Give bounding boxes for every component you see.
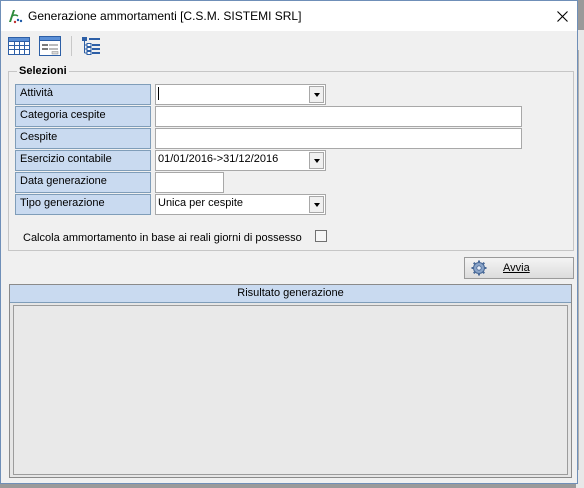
chevron-down-icon[interactable] bbox=[309, 196, 324, 213]
chevron-down-icon[interactable] bbox=[309, 86, 324, 103]
tipo-generazione-value: Unica per cespite bbox=[158, 197, 243, 209]
table-grid-icon bbox=[8, 37, 30, 55]
tree-list-icon bbox=[82, 37, 100, 55]
categoria-cespite-label: Categoria cespite bbox=[15, 106, 151, 127]
attivita-label: Attività bbox=[15, 84, 151, 105]
form-window-icon bbox=[39, 36, 61, 56]
gear-icon bbox=[471, 260, 487, 276]
data-generazione-label: Data generazione bbox=[15, 172, 151, 193]
selezioni-group: Selezioni Attività Categoria cespite Ces… bbox=[8, 65, 574, 251]
tipo-generazione-combo[interactable]: Unica per cespite bbox=[155, 194, 326, 215]
cespite-label: Cespite bbox=[15, 128, 151, 149]
categoria-cespite-field[interactable] bbox=[155, 106, 522, 127]
giorni-possesso-checkbox[interactable] bbox=[315, 230, 327, 242]
attivita-combo[interactable] bbox=[155, 84, 326, 105]
form-view-button[interactable] bbox=[38, 34, 62, 58]
esercizio-contabile-combo[interactable]: 01/01/2016->31/12/2016 bbox=[155, 150, 326, 171]
tree-view-button[interactable] bbox=[79, 34, 103, 58]
window-title: Generazione ammortamenti [C.S.M. SISTEMI… bbox=[28, 9, 302, 23]
text-caret bbox=[158, 87, 159, 100]
grid-view-button[interactable] bbox=[7, 34, 31, 58]
cespite-field[interactable] bbox=[155, 128, 522, 149]
title-bar: Generazione ammortamenti [C.S.M. SISTEMI… bbox=[1, 1, 577, 31]
app-logo-icon bbox=[9, 10, 23, 24]
selezioni-title: Selezioni bbox=[17, 65, 69, 77]
data-generazione-field[interactable] bbox=[155, 172, 224, 193]
avvia-button[interactable]: Avvia bbox=[464, 257, 574, 279]
toolbar-separator bbox=[71, 36, 72, 56]
tipo-generazione-label: Tipo generazione bbox=[15, 194, 151, 215]
avvia-label: Avvia bbox=[503, 262, 530, 274]
esercizio-contabile-label: Esercizio contabile bbox=[15, 150, 151, 171]
close-icon bbox=[556, 10, 568, 22]
divider bbox=[578, 50, 579, 470]
esercizio-contabile-value: 01/01/2016->31/12/2016 bbox=[158, 153, 279, 165]
giorni-possesso-label: Calcola ammortamento in base ai reali gi… bbox=[23, 232, 302, 244]
risultato-list[interactable] bbox=[13, 305, 568, 475]
chevron-down-icon[interactable] bbox=[309, 152, 324, 169]
dialog-window: Generazione ammortamenti [C.S.M. SISTEMI… bbox=[0, 0, 578, 484]
close-button[interactable] bbox=[547, 1, 577, 31]
risultato-header: Risultato generazione bbox=[10, 285, 571, 303]
toolbar bbox=[1, 31, 577, 61]
risultato-panel: Risultato generazione bbox=[9, 284, 572, 478]
